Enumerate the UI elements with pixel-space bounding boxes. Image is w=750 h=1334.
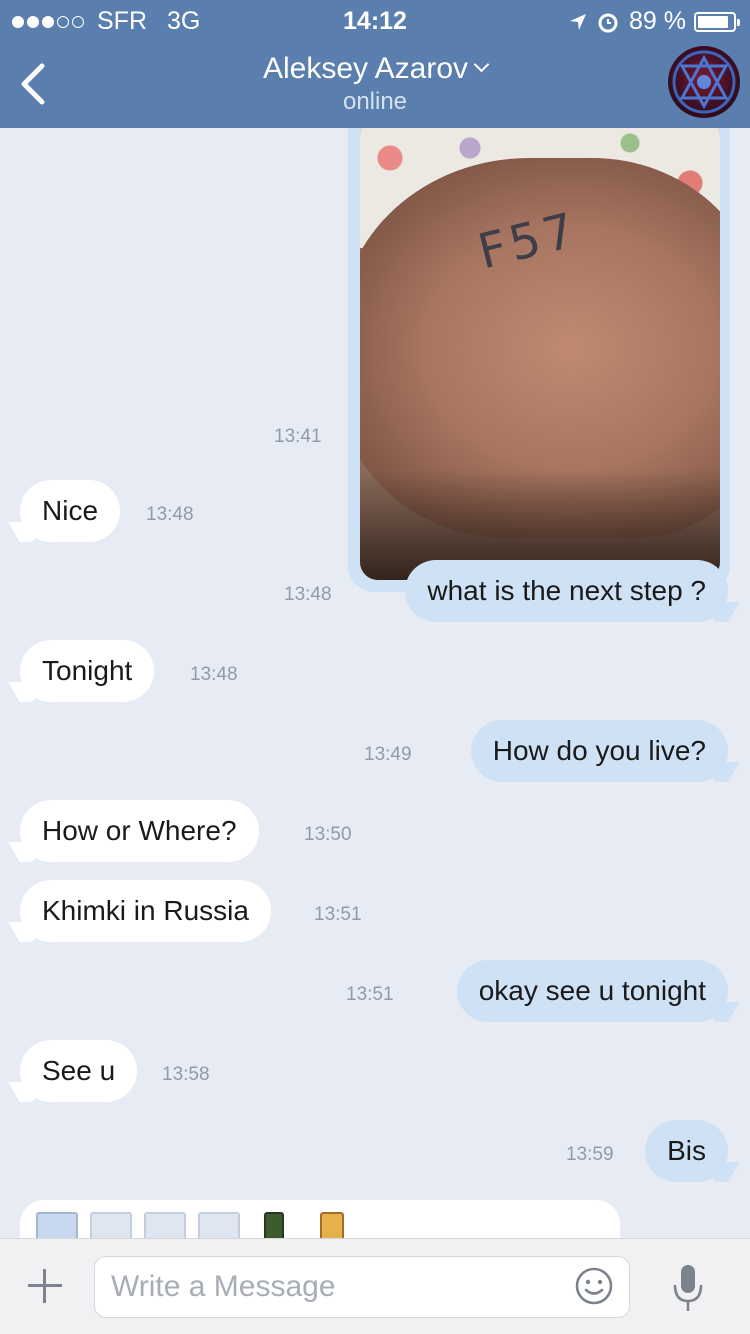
message-bubble-outgoing[interactable]: How do you live?: [470, 720, 728, 782]
message-timestamp: 13:48: [190, 664, 238, 685]
message-list[interactable]: F57 13:41 Nice 13:48 what is the next st…: [0, 128, 750, 1238]
message-bubble-outgoing[interactable]: what is the next step ?: [405, 560, 728, 622]
message-timestamp: 13:48: [284, 584, 332, 605]
contact-name[interactable]: Aleksey Azarov: [263, 52, 468, 86]
message-timestamp: 13:49: [364, 744, 412, 765]
message-timestamp: 13:51: [346, 984, 394, 1005]
photo-attachment[interactable]: F57: [360, 128, 720, 580]
battery-percentage: 89 %: [629, 7, 686, 35]
file-thumbnail: [320, 1212, 344, 1238]
battery-icon: [694, 11, 740, 32]
file-thumbnail: [144, 1212, 186, 1238]
plus-icon[interactable]: [24, 1265, 66, 1307]
microphone-icon[interactable]: [668, 1261, 708, 1315]
message-bubble-incoming[interactable]: Nice: [20, 480, 121, 542]
location-arrow-icon: [570, 13, 587, 30]
message-timestamp: 13:50: [304, 824, 352, 845]
message-composer: [0, 1238, 750, 1334]
avatar[interactable]: [668, 46, 740, 118]
contact-status: online: [342, 88, 408, 115]
message-input[interactable]: [94, 1256, 630, 1318]
contact-title[interactable]: Aleksey Azarov online: [0, 52, 750, 116]
dropdown-chevron-icon[interactable]: [473, 56, 490, 73]
message-bubble-incoming[interactable]: How or Where?: [20, 800, 259, 862]
chat-header: SFR 3G 14:12 89 % Aleksey Azarov online: [0, 0, 750, 128]
message-timestamp: 13:51: [314, 904, 362, 925]
emoji-icon[interactable]: [574, 1266, 614, 1306]
file-thumbnail: [264, 1212, 284, 1238]
file-thumbnail: [198, 1212, 240, 1238]
message-timestamp: 13:58: [162, 1064, 210, 1085]
message-bubble-incoming[interactable]: See u: [20, 1040, 138, 1102]
file-thumbnail: [90, 1212, 132, 1238]
message-timestamp: 13:48: [146, 504, 194, 525]
status-bar: SFR 3G 14:12 89 %: [0, 0, 750, 40]
message-timestamp: 13:41: [274, 426, 322, 447]
message-bubble-outgoing[interactable]: okay see u tonight: [456, 960, 728, 1022]
attachment-preview[interactable]: [20, 1200, 620, 1238]
message-bubble-outgoing[interactable]: Bis: [645, 1120, 728, 1182]
status-right: 89 %: [569, 7, 740, 36]
message-timestamp: 13:59: [566, 1144, 614, 1165]
message-bubble-incoming[interactable]: Tonight: [20, 640, 155, 702]
message-bubble-incoming[interactable]: Khimki in Russia: [20, 880, 271, 942]
avatar-logo-icon: [672, 50, 736, 114]
alarm-icon: [598, 13, 618, 32]
file-thumbnail: [36, 1212, 78, 1238]
